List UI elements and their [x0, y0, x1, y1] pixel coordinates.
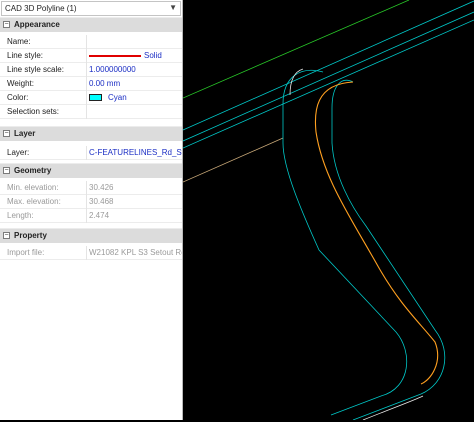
length-label: Length:: [7, 211, 34, 220]
column-divider: [86, 181, 87, 195]
section-geometry[interactable]: − Geometry: [0, 163, 182, 178]
cyan-polyline-outer[interactable]: [282, 69, 408, 416]
section-layer[interactable]: − Layer: [0, 126, 182, 141]
layer-label: Layer:: [7, 148, 30, 157]
section-property-title: Property: [14, 231, 47, 240]
chevron-down-icon[interactable]: ▼: [169, 3, 177, 12]
column-divider: [86, 91, 87, 105]
row-max-elevation: Max. elevation: 30.468: [0, 195, 182, 209]
column-divider: [86, 146, 87, 160]
collapse-geometry-icon[interactable]: −: [3, 167, 10, 174]
collapse-property-icon[interactable]: −: [3, 232, 10, 239]
column-divider: [86, 105, 87, 119]
row-min-elevation: Min. elevation: 30.426: [0, 181, 182, 195]
properties-panel: CAD 3D Polyline (1) ▼ − Appearance Name:…: [0, 0, 183, 420]
weight-label: Weight:: [7, 79, 34, 88]
section-property[interactable]: − Property: [0, 228, 182, 243]
row-line-style[interactable]: Line style: Solid: [0, 49, 182, 63]
line-style-scale-value[interactable]: 1.000000000: [89, 65, 136, 74]
column-divider: [86, 77, 87, 91]
section-appearance[interactable]: − Appearance: [0, 17, 182, 32]
line-style-value[interactable]: Solid: [144, 51, 162, 60]
column-divider: [86, 63, 87, 77]
column-divider: [86, 246, 87, 260]
column-divider: [86, 195, 87, 209]
column-divider: [86, 209, 87, 223]
section-geometry-title: Geometry: [14, 166, 52, 175]
row-import-file: Import file: W21082 KPL S3 Setout Road: [0, 246, 182, 260]
cyan-polyline-inner[interactable]: [331, 80, 446, 421]
line-style-label: Line style:: [7, 51, 44, 60]
min-elevation-value: 30.426: [89, 183, 114, 192]
row-weight[interactable]: Weight: 0.00 mm: [0, 77, 182, 91]
import-file-label: Import file:: [7, 248, 45, 257]
row-name[interactable]: Name:: [0, 35, 182, 49]
section-appearance-title: Appearance: [14, 20, 60, 29]
row-selection-sets[interactable]: Selection sets:: [0, 105, 182, 119]
tan-line[interactable]: [182, 137, 284, 183]
section-layer-title: Layer: [14, 129, 36, 138]
cyan-line-upper-3[interactable]: [182, 19, 474, 149]
color-swatch: [89, 94, 102, 101]
row-length: Length: 2.474: [0, 209, 182, 223]
weight-value[interactable]: 0.00 mm: [89, 79, 120, 88]
line-style-preview: [89, 55, 141, 57]
min-elevation-label: Min. elevation:: [7, 183, 59, 192]
color-label: Color:: [7, 93, 29, 102]
green-line[interactable]: [182, 0, 410, 99]
object-selector-dropdown[interactable]: CAD 3D Polyline (1) ▼: [1, 1, 181, 16]
selection-sets-label: Selection sets:: [7, 107, 60, 116]
length-value: 2.474: [89, 211, 110, 220]
import-file-value: W21082 KPL S3 Setout Road: [89, 248, 182, 257]
max-elevation-label: Max. elevation:: [7, 197, 61, 206]
row-color[interactable]: Color: Cyan: [0, 91, 182, 105]
orange-selected-polyline[interactable]: [314, 81, 439, 385]
cad-drawing[interactable]: [182, 0, 474, 421]
max-elevation-value: 30.468: [89, 197, 114, 206]
cad-viewport[interactable]: [182, 0, 474, 421]
layer-value[interactable]: C-FEATURELINES_Rd_String f: [89, 148, 182, 157]
collapse-layer-icon[interactable]: −: [3, 130, 10, 137]
cyan-line-upper-2[interactable]: [182, 11, 474, 142]
column-divider: [86, 35, 87, 49]
object-selector-value: CAD 3D Polyline (1): [5, 4, 77, 13]
line-style-scale-label: Line style scale:: [7, 65, 64, 74]
color-value[interactable]: Cyan: [108, 93, 127, 102]
name-label: Name:: [7, 37, 31, 46]
cyan-line-upper-1[interactable]: [182, 0, 474, 131]
row-layer[interactable]: Layer: C-FEATURELINES_Rd_String f: [0, 146, 182, 160]
column-divider: [86, 49, 87, 63]
row-line-style-scale[interactable]: Line style scale: 1.000000000: [0, 63, 182, 77]
collapse-appearance-icon[interactable]: −: [3, 21, 10, 28]
